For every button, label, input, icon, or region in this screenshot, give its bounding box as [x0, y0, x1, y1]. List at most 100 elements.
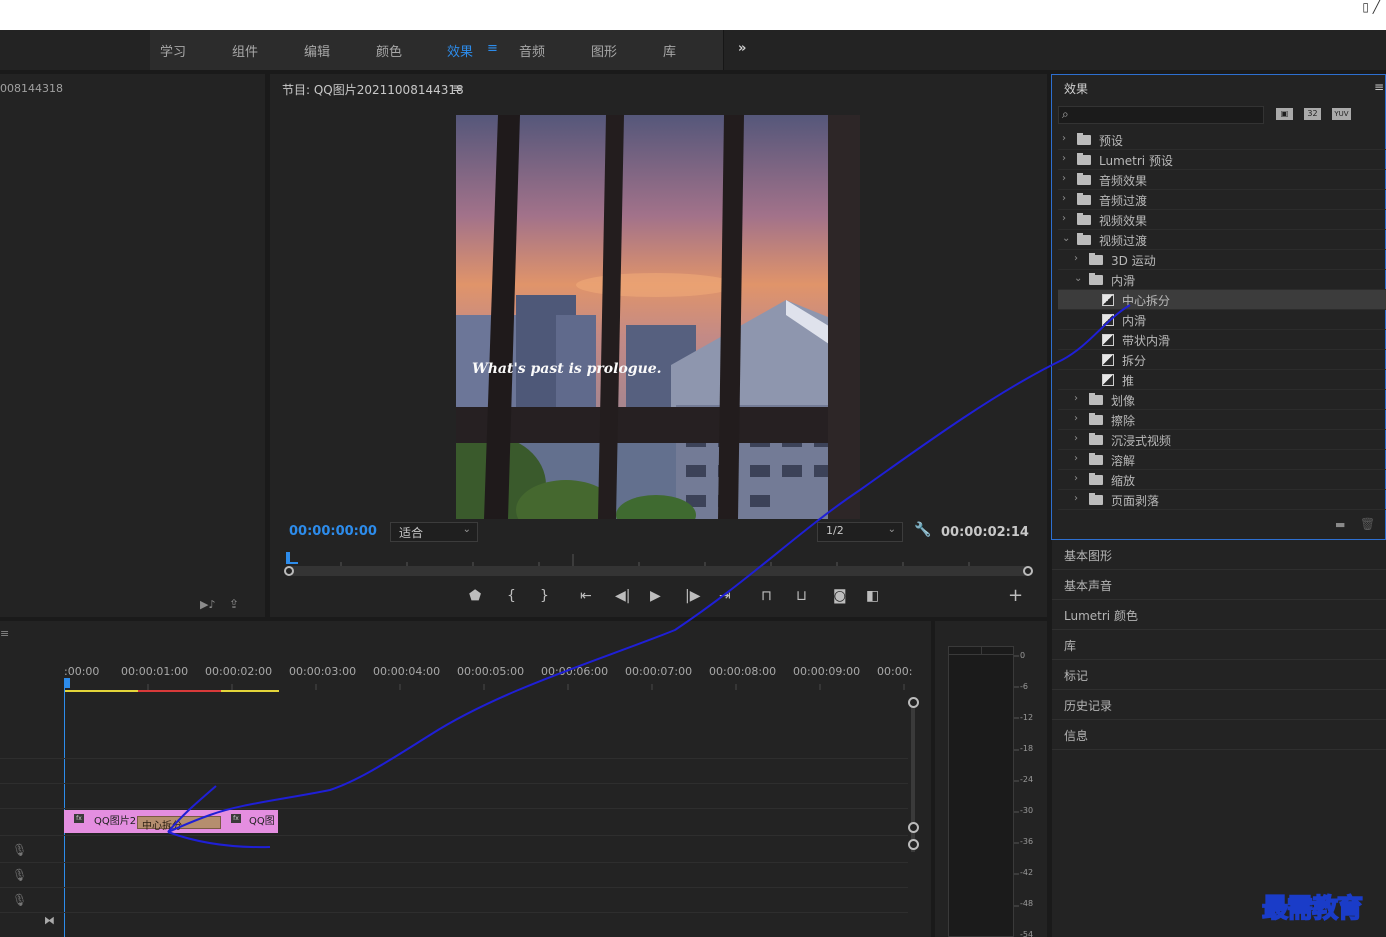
side-panel-libraries[interactable]: 库 [1052, 630, 1386, 660]
step-forward-icon[interactable]: |▶ [685, 588, 700, 604]
effects-search-input[interactable]: ⌕ [1058, 106, 1264, 124]
effects-tree-item[interactable]: › 页面剥落 [1058, 490, 1386, 510]
play-icon[interactable]: ▶ [650, 588, 661, 604]
chevron-right-icon[interactable]: › [1074, 413, 1078, 424]
chevron-right-icon[interactable]: › [1074, 473, 1078, 484]
workspace-tab-graphics[interactable]: 图形 [591, 41, 617, 60]
mic-icon[interactable]: 🎙 [12, 893, 27, 907]
workspace-tab-effects[interactable]: 效果 [447, 41, 473, 60]
yuv-effects-icon[interactable]: YUV [1332, 108, 1351, 120]
workspace-tab-color[interactable]: 颜色 [376, 41, 402, 60]
scroll-handle-bottom[interactable] [908, 822, 919, 833]
new-bin-icon[interactable]: ▬ [1335, 518, 1345, 531]
resolution-dropdown[interactable]: 1/2 ⌄ [817, 522, 903, 542]
side-panel-lumetri-color[interactable]: Lumetri 颜色 [1052, 600, 1386, 630]
chevron-right-icon[interactable]: › [1062, 153, 1066, 164]
mark-in-icon[interactable]: { [507, 588, 516, 604]
chevron-right-icon[interactable]: › [1062, 173, 1066, 184]
effects-tree-item[interactable]: › 3D 运动 [1058, 250, 1386, 270]
effects-tree-label: 带状内滑 [1122, 334, 1171, 348]
effects-tree-item[interactable]: › 视频效果 [1058, 210, 1386, 230]
effects-tree-item[interactable]: 拆分 [1058, 350, 1386, 370]
playhead-handle[interactable] [64, 678, 70, 688]
effects-tree-item[interactable]: 中心拆分 [1058, 290, 1386, 310]
effects-tree-item[interactable]: › 音频效果 [1058, 170, 1386, 190]
insert-icon[interactable]: ▶♪ [200, 598, 215, 611]
folder-icon [1089, 433, 1103, 445]
chevron-down-icon[interactable]: ⌄ [1062, 233, 1070, 244]
add-marker-icon[interactable]: ⬟ [469, 588, 481, 604]
compare-view-icon[interactable]: ◧ [866, 588, 879, 604]
window-controls[interactable]: ▯ ╱ [1362, 0, 1380, 14]
scroll-handle-top[interactable] [908, 697, 919, 708]
transition-icon [1102, 354, 1114, 366]
chevron-right-icon[interactable]: › [1074, 433, 1078, 444]
chevron-down-icon[interactable]: ⌄ [1074, 273, 1082, 284]
scroll-handle-right[interactable] [1023, 566, 1033, 576]
chevron-right-icon[interactable]: › [1074, 253, 1078, 264]
effects-tree-item[interactable]: › 预设 [1058, 130, 1386, 150]
program-timecode[interactable]: 00:00:00:00 [289, 524, 377, 539]
trash-icon[interactable]: 🗑 [1360, 517, 1375, 531]
chevron-right-icon[interactable]: › [1062, 193, 1066, 204]
mic-icon[interactable]: 🎙 [12, 843, 27, 857]
program-scroll-bar[interactable] [288, 566, 1030, 576]
chevron-right-icon[interactable]: › [1074, 493, 1078, 504]
workspace-tab-editing[interactable]: 编辑 [304, 41, 330, 60]
transition-center-split[interactable]: 中心拆分 [137, 816, 221, 832]
side-panel-essential-graphics[interactable]: 基本图形 [1052, 540, 1386, 570]
chevron-right-icon[interactable]: › [1062, 133, 1066, 144]
step-back-icon[interactable]: ◀| [615, 588, 630, 604]
effects-tree-label: 划像 [1111, 394, 1136, 408]
side-panel-markers[interactable]: 标记 [1052, 660, 1386, 690]
workspace-overflow-button[interactable]: » [738, 41, 746, 56]
accelerated-effects-icon[interactable]: ▣ [1276, 108, 1293, 120]
master-track-icon[interactable]: ⧓ [44, 914, 55, 927]
add-button-icon[interactable]: + [1008, 585, 1023, 606]
program-ruler[interactable] [286, 552, 1032, 566]
32bit-effects-icon[interactable]: 32 [1304, 108, 1321, 120]
fit-dropdown-value: 适合 [399, 526, 424, 540]
camera-icon[interactable]: ◙ [833, 588, 847, 604]
mic-icon[interactable]: 🎙 [12, 868, 27, 882]
workspace-menu-icon[interactable]: ≡ [487, 41, 498, 56]
extract-icon[interactable]: ⊔ [796, 588, 807, 604]
effects-tree-item[interactable]: ⌄ 视频过渡 [1058, 230, 1386, 250]
effects-tree-item[interactable]: › 划像 [1058, 390, 1386, 410]
chevron-right-icon[interactable]: › [1074, 453, 1078, 464]
workspace-tab-assembly[interactable]: 组件 [232, 41, 258, 60]
side-panel-history[interactable]: 历史记录 [1052, 690, 1386, 720]
scroll-handle-audio[interactable] [908, 839, 919, 850]
effects-tree-item[interactable]: › 缩放 [1058, 470, 1386, 490]
timeline-menu-icon[interactable]: ≡ [0, 627, 9, 640]
effects-tree-item[interactable]: 带状内滑 [1058, 330, 1386, 350]
go-to-out-icon[interactable]: ⇥ [719, 588, 731, 604]
effects-tree-item[interactable]: › 沉浸式视频 [1058, 430, 1386, 450]
go-to-in-icon[interactable]: ⇤ [580, 588, 592, 604]
workspace-tab-learn[interactable]: 学习 [160, 41, 186, 60]
chevron-right-icon[interactable]: › [1074, 393, 1078, 404]
wrench-icon[interactable]: 🔧 [914, 522, 931, 538]
side-panel-essential-sound[interactable]: 基本声音 [1052, 570, 1386, 600]
program-panel-menu-icon[interactable]: ≡ [452, 81, 462, 95]
workspace-tab-libraries[interactable]: 库 [663, 41, 676, 60]
effects-tree-item[interactable]: › 音频过渡 [1058, 190, 1386, 210]
video-clip-group[interactable]: fx QQ图片2 中心拆分 fx QQ图 [64, 810, 278, 833]
effects-tree-item[interactable]: 内滑 [1058, 310, 1386, 330]
workspace-tab-audio[interactable]: 音频 [519, 41, 545, 60]
export-frame-icon[interactable]: ⇪ [229, 597, 239, 611]
effects-tree-item[interactable]: › Lumetri 预设 [1058, 150, 1386, 170]
effects-tree-item[interactable]: 推 [1058, 370, 1386, 390]
scroll-handle-left[interactable] [284, 566, 294, 576]
lift-icon[interactable]: ⊓ [761, 588, 772, 604]
mark-out-icon[interactable]: } [540, 588, 549, 604]
fit-dropdown[interactable]: 适合 ⌄ [390, 522, 478, 542]
side-panel-info[interactable]: 信息 [1052, 720, 1386, 750]
effects-tree-item[interactable]: ⌄ 内滑 [1058, 270, 1386, 290]
effects-tree-item[interactable]: › 擦除 [1058, 410, 1386, 430]
track-divider-a4 [0, 912, 908, 913]
effects-panel-menu-icon[interactable]: ≡ [1374, 80, 1384, 94]
chevron-right-icon[interactable]: › [1062, 213, 1066, 224]
preset-folder-icon [1077, 133, 1091, 145]
effects-tree-item[interactable]: › 溶解 [1058, 450, 1386, 470]
